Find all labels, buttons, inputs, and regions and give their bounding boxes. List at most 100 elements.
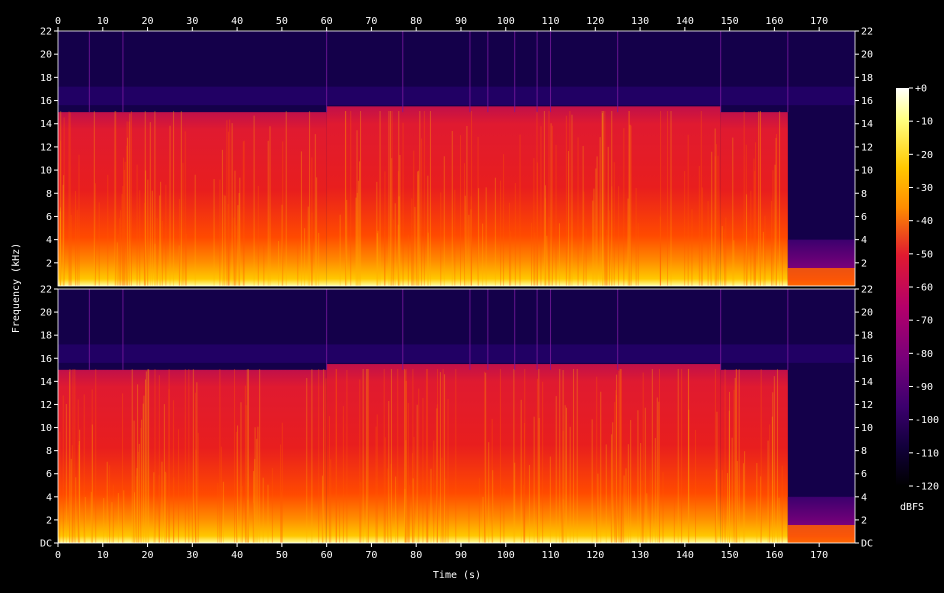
y-tick-label: 20 — [40, 50, 52, 61]
y-tick-label: 12 — [40, 142, 52, 153]
y-tick-label: 10 — [40, 423, 52, 434]
x-tick-label: 50 — [276, 550, 288, 561]
x-tick-label: 120 — [586, 16, 604, 27]
x-tick-label: 30 — [186, 16, 198, 27]
y-tick-label: 18 — [861, 331, 873, 342]
x-tick-label: 150 — [721, 550, 739, 561]
x-tick-label: 80 — [410, 550, 422, 561]
spectrogram-segment — [326, 106, 721, 286]
x-tick-label: 160 — [765, 16, 783, 27]
x-tick-label: 60 — [321, 550, 333, 561]
spectrogram-panel-right: DC DC2 24 46 68 810 1012 1214 1416 1618 1820 2022 22 — [40, 285, 873, 550]
y-tick-label: 20 — [861, 308, 873, 319]
y-tick-label: 4 — [861, 492, 867, 503]
y-tick-label: 14 — [861, 119, 873, 130]
y-tick-label: 2 — [46, 515, 52, 526]
noise-band — [58, 344, 855, 363]
y-tick-label: DC — [861, 539, 873, 550]
y-tick-label: 22 — [40, 285, 52, 296]
y-tick-label: 6 — [861, 212, 867, 223]
y-tick-label: 12 — [861, 142, 873, 153]
colorbar-tick-label: -90 — [915, 382, 933, 393]
y-tick-label: 20 — [40, 308, 52, 319]
x-tick-label: 0 — [55, 16, 61, 27]
y-tick-label: 6 — [46, 212, 52, 223]
x-tick-label: 70 — [365, 550, 377, 561]
colorbar-tick-label: -100 — [915, 415, 939, 426]
spectrogram-figure: 2 24 46 68 810 1012 1214 1416 1618 1820 2022 22 DC D… — [11, 16, 939, 581]
colorbar-label: dBFS — [900, 502, 924, 513]
x-tick-label: 20 — [142, 550, 154, 561]
y-tick-label: 16 — [861, 96, 873, 107]
y-tick-label: 16 — [40, 354, 52, 365]
y-tick-label: 22 — [861, 285, 873, 296]
x-tick-label: 110 — [541, 16, 559, 27]
y-tick-label: 6 — [861, 469, 867, 480]
colorbar-tick-label: -10 — [915, 117, 933, 128]
x-tick-label: 70 — [365, 16, 377, 27]
colorbar-tick-label: +0 — [915, 84, 927, 95]
y-tick-label: 18 — [861, 73, 873, 84]
colorbar-tick-label: -80 — [915, 349, 933, 360]
y-tick-label: DC — [40, 539, 52, 550]
x-tick-label: 10 — [97, 16, 109, 27]
y-tick-label: 22 — [861, 27, 873, 38]
y-tick-label: 14 — [861, 377, 873, 388]
y-tick-label: 8 — [861, 446, 867, 457]
tail-low-energy — [787, 268, 855, 286]
y-tick-label: 4 — [46, 235, 52, 246]
y-tick-label: 10 — [861, 423, 873, 434]
colorbar-tick-label: -60 — [915, 283, 933, 294]
x-tick-label: 60 — [321, 16, 333, 27]
y-tick-label: 4 — [46, 492, 52, 503]
x-tick-label: 10 — [97, 550, 109, 561]
y-tick-label: 16 — [861, 354, 873, 365]
colorbar-tick-label: -40 — [915, 216, 933, 227]
y-tick-label: 16 — [40, 96, 52, 107]
x-tick-label: 110 — [541, 550, 559, 561]
x-tick-label: 130 — [631, 16, 649, 27]
x-tick-label: 80 — [410, 16, 422, 27]
y-tick-label: 12 — [861, 400, 873, 411]
y-tick-label: 8 — [46, 446, 52, 457]
colorbar-tick-label: -20 — [915, 150, 933, 161]
x-tick-label: 100 — [497, 550, 515, 561]
x-tick-label: 120 — [586, 550, 604, 561]
x-tick-label: 100 — [497, 16, 515, 27]
x-tick-label: 140 — [676, 550, 694, 561]
y-axis-label: Frequency (kHz) — [11, 243, 22, 333]
x-tick-label: 30 — [186, 550, 198, 561]
x-tick-label: 50 — [276, 16, 288, 27]
y-tick-label: 18 — [40, 331, 52, 342]
colorbar-gradient — [896, 88, 909, 486]
noise-band — [58, 86, 855, 106]
y-tick-label: 2 — [46, 258, 52, 269]
y-tick-label: 10 — [40, 166, 52, 177]
x-tick-label: 20 — [142, 16, 154, 27]
spectrogram-panel-left: 2 24 46 68 810 1012 1214 1416 1618 1820 2022 22 — [40, 27, 873, 287]
y-tick-label: 2 — [861, 258, 867, 269]
colorbar-tick-label: -110 — [915, 448, 939, 459]
colorbar-tick-label: -30 — [915, 183, 933, 194]
y-tick-label: 14 — [40, 377, 52, 388]
x-axis-label: Time (s) — [433, 570, 481, 581]
colorbar-tick-label: -120 — [915, 482, 939, 493]
x-tick-label: 160 — [765, 550, 783, 561]
y-tick-label: 12 — [40, 400, 52, 411]
x-tick-label: 90 — [455, 16, 467, 27]
x-tick-label: 140 — [676, 16, 694, 27]
y-tick-label: 8 — [861, 189, 867, 200]
x-tick-label: 0 — [55, 550, 61, 561]
colorbar-tick-label: -50 — [915, 249, 933, 260]
colorbar-tick-label: -70 — [915, 316, 933, 327]
x-tick-label: 170 — [810, 16, 828, 27]
y-tick-label: 20 — [861, 50, 873, 61]
y-tick-label: 10 — [861, 166, 873, 177]
x-tick-label: 170 — [810, 550, 828, 561]
x-tick-label: 150 — [721, 16, 739, 27]
x-tick-label: 130 — [631, 550, 649, 561]
y-tick-label: 6 — [46, 469, 52, 480]
x-tick-label: 90 — [455, 550, 467, 561]
y-tick-label: 2 — [861, 515, 867, 526]
y-tick-label: 18 — [40, 73, 52, 84]
